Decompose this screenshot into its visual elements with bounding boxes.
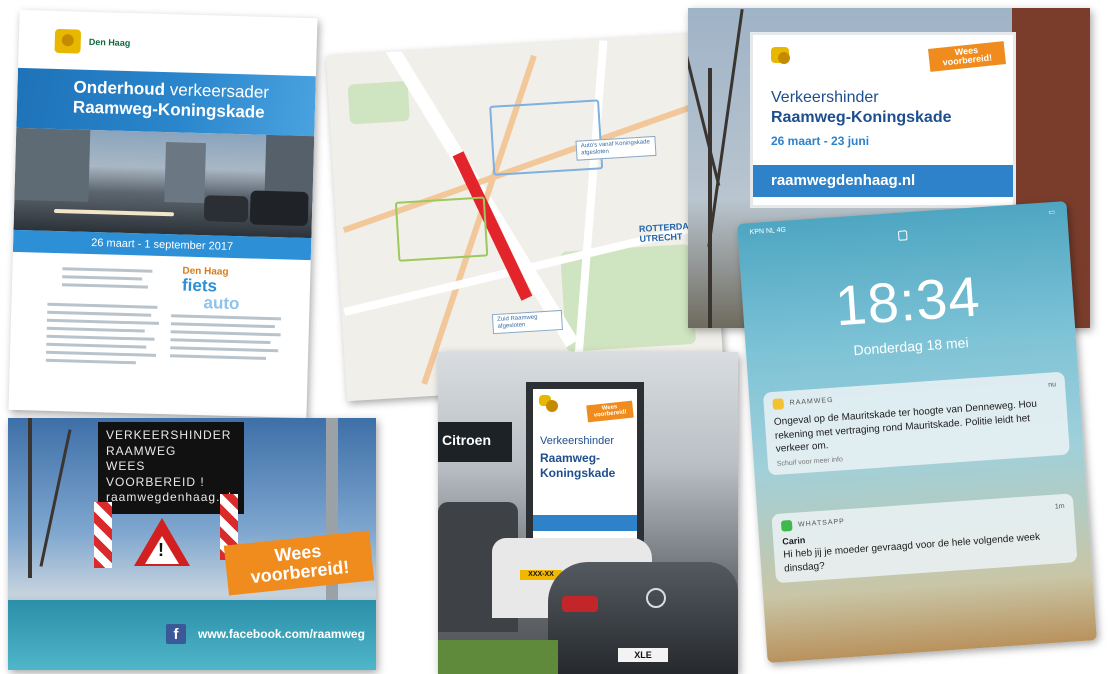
notification-app: RAAMWEG <box>789 396 834 407</box>
text-line <box>62 275 143 281</box>
den-haag-crest-icon <box>771 47 790 64</box>
sign-line: VERKEERSHINDER <box>106 428 232 442</box>
lock-icon <box>897 230 908 241</box>
text-line <box>46 334 155 341</box>
den-haag-crest-icon <box>54 28 82 54</box>
text-line <box>170 338 271 345</box>
car <box>203 195 249 223</box>
carrier: KPN NL 4G <box>749 226 787 237</box>
text-line <box>170 322 275 329</box>
poster-line2: Raamweg-Koningskade <box>540 451 616 480</box>
flyer-city: Den Haag <box>88 36 131 49</box>
vw-logo-icon <box>646 588 666 608</box>
grass <box>438 640 558 674</box>
text-line <box>170 346 279 353</box>
park-area <box>347 80 410 125</box>
flyer-title-rest: verkeersader <box>164 80 270 102</box>
light-streak <box>53 208 175 217</box>
prepare-tag: Wees voorbereid! <box>586 400 634 422</box>
text-line <box>45 358 136 365</box>
den-haag-crest-icon <box>539 395 558 412</box>
billboard-url: raamwegdenhaag.nl <box>753 165 1013 197</box>
map-callout: Auto's vanaf Koningskade afgesloten <box>575 135 657 162</box>
poster-street-photo: Citroen Wees voorbereid! Verkeershinder … <box>438 352 738 674</box>
text-line <box>47 310 152 317</box>
prepare-tag: Wees voorbereid! <box>223 530 375 596</box>
taillight <box>562 596 598 612</box>
billboard-sign: Wees voorbereid! Verkeershinder Raamweg-… <box>750 32 1016 208</box>
tree-branch <box>688 30 721 186</box>
brand-bottom: auto <box>203 293 240 314</box>
billboard-line1: Verkeershinder <box>771 89 879 106</box>
detour-map-image: Auto's vanaf Koningskade afgesloten Zuid… <box>325 32 725 402</box>
road-barrier <box>94 502 112 568</box>
citroen-sign: Citroen <box>438 422 512 462</box>
text-line <box>47 302 158 309</box>
flyer-brand: Den Haag fiets auto <box>181 266 240 314</box>
sign-line: WEES VOORBEREID ! <box>106 459 205 489</box>
text-line <box>171 314 282 321</box>
light-pole <box>326 418 338 618</box>
tree-trunk <box>708 68 712 328</box>
raamweg-app-icon <box>772 398 785 410</box>
tree-branch <box>39 429 72 567</box>
text-line <box>170 354 267 360</box>
detour-path <box>489 99 604 176</box>
flyer-image: Den Haag Onderhoud verkeersader Raamweg-… <box>8 9 318 419</box>
exclamation-icon: ! <box>158 540 164 560</box>
flyer-logo: Den Haag <box>54 28 131 55</box>
text-line <box>46 318 159 325</box>
street-photo: VERKEERSHINDER RAAMWEG WEES VOORBEREID !… <box>8 418 376 670</box>
building <box>14 127 91 202</box>
tree-branch <box>707 8 744 248</box>
license-plate: XLE <box>618 648 668 662</box>
prepare-tag: Wees voorbereid! <box>928 41 1006 72</box>
notification-time: nu <box>1048 381 1057 389</box>
text-line <box>62 267 153 273</box>
building <box>164 142 206 204</box>
facebook-link: f www.facebook.com/raamweg <box>166 624 365 644</box>
notification-whatsapp[interactable]: WHATSAPP 1m Carin Hi heb jij je moeder g… <box>771 493 1078 584</box>
car <box>249 190 309 227</box>
text-line <box>46 350 157 357</box>
sign-line: raamwegdenhaag.nl <box>106 490 232 505</box>
billboard-dates: 26 maart - 23 juni <box>771 134 870 148</box>
detour-path <box>394 196 489 262</box>
flyer-title-bold: Onderhoud <box>73 77 166 100</box>
map-callout: Zuid Raamweg afgesloten <box>491 309 563 335</box>
billboard-line2: Raamweg-Koningskade <box>771 109 952 126</box>
notification-time: 1m <box>1054 502 1065 511</box>
tree-trunk <box>28 418 32 578</box>
flyer-traffic-photo <box>13 127 315 239</box>
poster-line1: Verkeershinder <box>540 435 614 447</box>
text-line <box>61 283 148 289</box>
phone-lockscreen: KPN NL 4G ▭ 18:34 Donderdag 18 mei RAAMW… <box>737 201 1097 663</box>
poster-stripe <box>533 515 637 531</box>
text-line <box>46 342 147 349</box>
text-line <box>170 330 281 337</box>
notification-app: WHATSAPP <box>797 518 846 529</box>
sign-line: RAAMWEG <box>106 443 177 458</box>
flyer-banner: Onderhoud verkeersader Raamweg-Koningska… <box>16 67 316 137</box>
whatsapp-app-icon <box>780 519 793 532</box>
facebook-url: www.facebook.com/raamweg <box>198 627 365 641</box>
notification-raamweg[interactable]: RAAMWEG nu Ongeval op de Mauritskade ter… <box>762 371 1070 475</box>
battery-icon: ▭ <box>1048 208 1056 217</box>
text-line <box>46 326 145 333</box>
facebook-icon: f <box>166 624 186 644</box>
